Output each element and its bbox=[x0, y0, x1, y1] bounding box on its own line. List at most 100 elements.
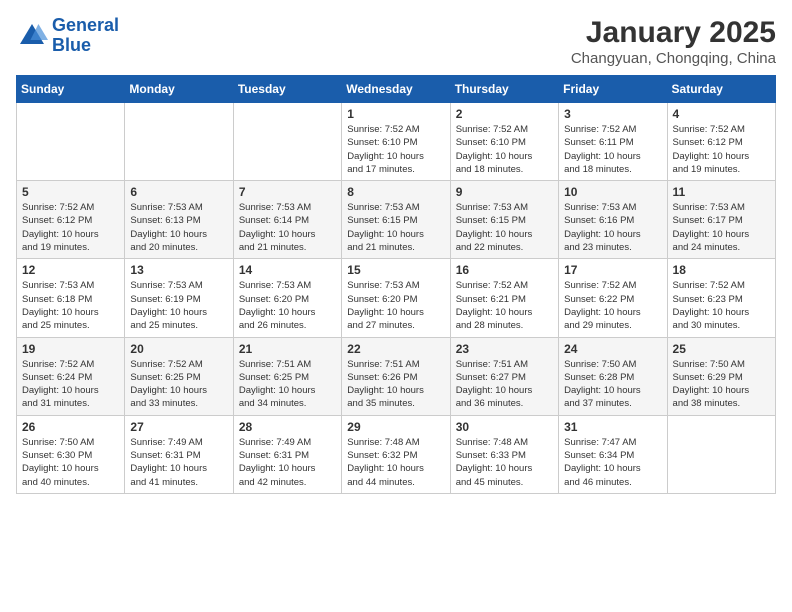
day-info: Sunrise: 7:53 AM Sunset: 6:13 PM Dayligh… bbox=[130, 201, 227, 254]
calendar-table: SundayMondayTuesdayWednesdayThursdayFrid… bbox=[16, 75, 776, 494]
day-cell: 13Sunrise: 7:53 AM Sunset: 6:19 PM Dayli… bbox=[125, 259, 233, 337]
week-row-1: 1 Sunrise: 7:52 AM Sunset: 6:10 PM Daylig… bbox=[17, 103, 776, 181]
day-info: Sunrise: 7:50 AM Sunset: 6:28 PM Dayligh… bbox=[564, 358, 661, 411]
title-block: January 2025 Changyuan, Chongqing, China bbox=[571, 16, 776, 67]
day-cell: 15Sunrise: 7:53 AM Sunset: 6:20 PM Dayli… bbox=[342, 259, 450, 337]
day-info: Sunrise: 7:49 AM Sunset: 6:31 PM Dayligh… bbox=[239, 436, 336, 489]
day-info: Sunrise: 7:52 AM Sunset: 6:10 PM Dayligh… bbox=[347, 123, 444, 176]
day-number: 30 bbox=[456, 420, 553, 434]
day-cell: 5 Sunrise: 7:52 AM Sunset: 6:12 PM Daylig… bbox=[17, 181, 125, 259]
week-row-2: 5 Sunrise: 7:52 AM Sunset: 6:12 PM Daylig… bbox=[17, 181, 776, 259]
day-number: 4 bbox=[673, 107, 770, 121]
weekday-header-thursday: Thursday bbox=[450, 76, 558, 103]
day-info: Sunrise: 7:52 AM Sunset: 6:12 PM Dayligh… bbox=[22, 201, 119, 254]
day-number: 1 bbox=[347, 107, 444, 121]
logo-icon bbox=[16, 20, 48, 52]
month-year: January 2025 bbox=[571, 16, 776, 50]
day-info: Sunrise: 7:52 AM Sunset: 6:12 PM Dayligh… bbox=[673, 123, 770, 176]
day-cell: 29 Sunrise: 7:48 AM Sunset: 6:32 PM Dayli… bbox=[342, 415, 450, 493]
weekday-header-monday: Monday bbox=[125, 76, 233, 103]
day-info: Sunrise: 7:52 AM Sunset: 6:23 PM Dayligh… bbox=[673, 279, 770, 332]
day-number: 31 bbox=[564, 420, 661, 434]
day-cell: 24 Sunrise: 7:50 AM Sunset: 6:28 PM Dayli… bbox=[559, 337, 667, 415]
day-cell: 14 Sunrise: 7:53 AM Sunset: 6:20 PM Dayli… bbox=[233, 259, 341, 337]
day-info: Sunrise: 7:52 AM Sunset: 6:22 PM Dayligh… bbox=[564, 279, 661, 332]
day-info: Sunrise: 7:52 AM Sunset: 6:11 PM Dayligh… bbox=[564, 123, 661, 176]
day-number: 23 bbox=[456, 342, 553, 356]
day-info: Sunrise: 7:51 AM Sunset: 6:27 PM Dayligh… bbox=[456, 358, 553, 411]
day-info: Sunrise: 7:53 AM Sunset: 6:16 PM Dayligh… bbox=[564, 201, 661, 254]
day-number: 15 bbox=[347, 263, 444, 277]
day-cell bbox=[125, 103, 233, 181]
day-cell: 23 Sunrise: 7:51 AM Sunset: 6:27 PM Dayli… bbox=[450, 337, 558, 415]
week-row-3: 12 Sunrise: 7:53 AM Sunset: 6:18 PM Dayli… bbox=[17, 259, 776, 337]
day-cell: 2Sunrise: 7:52 AM Sunset: 6:10 PM Daylig… bbox=[450, 103, 558, 181]
day-info: Sunrise: 7:53 AM Sunset: 6:17 PM Dayligh… bbox=[673, 201, 770, 254]
weekday-header-sunday: Sunday bbox=[17, 76, 125, 103]
page-header: General Blue January 2025 Changyuan, Cho… bbox=[16, 16, 776, 67]
day-number: 12 bbox=[22, 263, 119, 277]
day-number: 14 bbox=[239, 263, 336, 277]
day-info: Sunrise: 7:53 AM Sunset: 6:14 PM Dayligh… bbox=[239, 201, 336, 254]
day-info: Sunrise: 7:50 AM Sunset: 6:29 PM Dayligh… bbox=[673, 358, 770, 411]
day-cell: 28 Sunrise: 7:49 AM Sunset: 6:31 PM Dayli… bbox=[233, 415, 341, 493]
day-number: 24 bbox=[564, 342, 661, 356]
day-cell bbox=[233, 103, 341, 181]
day-number: 8 bbox=[347, 185, 444, 199]
day-info: Sunrise: 7:48 AM Sunset: 6:33 PM Dayligh… bbox=[456, 436, 553, 489]
day-cell bbox=[667, 415, 775, 493]
day-info: Sunrise: 7:53 AM Sunset: 6:20 PM Dayligh… bbox=[239, 279, 336, 332]
day-cell: 17 Sunrise: 7:52 AM Sunset: 6:22 PM Dayli… bbox=[559, 259, 667, 337]
day-number: 28 bbox=[239, 420, 336, 434]
day-info: Sunrise: 7:53 AM Sunset: 6:15 PM Dayligh… bbox=[347, 201, 444, 254]
day-info: Sunrise: 7:51 AM Sunset: 6:26 PM Dayligh… bbox=[347, 358, 444, 411]
day-info: Sunrise: 7:51 AM Sunset: 6:25 PM Dayligh… bbox=[239, 358, 336, 411]
weekday-header-row: SundayMondayTuesdayWednesdayThursdayFrid… bbox=[17, 76, 776, 103]
day-cell: 12 Sunrise: 7:53 AM Sunset: 6:18 PM Dayli… bbox=[17, 259, 125, 337]
day-info: Sunrise: 7:52 AM Sunset: 6:25 PM Dayligh… bbox=[130, 358, 227, 411]
day-cell: 9Sunrise: 7:53 AM Sunset: 6:15 PM Daylig… bbox=[450, 181, 558, 259]
day-cell: 6 Sunrise: 7:53 AM Sunset: 6:13 PM Daylig… bbox=[125, 181, 233, 259]
day-number: 26 bbox=[22, 420, 119, 434]
weekday-header-friday: Friday bbox=[559, 76, 667, 103]
day-number: 19 bbox=[22, 342, 119, 356]
day-number: 5 bbox=[22, 185, 119, 199]
day-number: 20 bbox=[130, 342, 227, 356]
day-number: 16 bbox=[456, 263, 553, 277]
day-cell: 31Sunrise: 7:47 AM Sunset: 6:34 PM Dayli… bbox=[559, 415, 667, 493]
location: Changyuan, Chongqing, China bbox=[571, 50, 776, 67]
day-number: 11 bbox=[673, 185, 770, 199]
day-cell: 22Sunrise: 7:51 AM Sunset: 6:26 PM Dayli… bbox=[342, 337, 450, 415]
day-cell: 27Sunrise: 7:49 AM Sunset: 6:31 PM Dayli… bbox=[125, 415, 233, 493]
day-number: 7 bbox=[239, 185, 336, 199]
weekday-header-tuesday: Tuesday bbox=[233, 76, 341, 103]
day-cell: 4 Sunrise: 7:52 AM Sunset: 6:12 PM Daylig… bbox=[667, 103, 775, 181]
day-cell: 3 Sunrise: 7:52 AM Sunset: 6:11 PM Daylig… bbox=[559, 103, 667, 181]
day-info: Sunrise: 7:48 AM Sunset: 6:32 PM Dayligh… bbox=[347, 436, 444, 489]
day-cell: 10Sunrise: 7:53 AM Sunset: 6:16 PM Dayli… bbox=[559, 181, 667, 259]
day-cell bbox=[17, 103, 125, 181]
day-number: 27 bbox=[130, 420, 227, 434]
weekday-header-wednesday: Wednesday bbox=[342, 76, 450, 103]
logo: General Blue bbox=[16, 16, 119, 56]
day-number: 21 bbox=[239, 342, 336, 356]
week-row-4: 19 Sunrise: 7:52 AM Sunset: 6:24 PM Dayli… bbox=[17, 337, 776, 415]
day-cell: 18Sunrise: 7:52 AM Sunset: 6:23 PM Dayli… bbox=[667, 259, 775, 337]
day-number: 13 bbox=[130, 263, 227, 277]
week-row-5: 26 Sunrise: 7:50 AM Sunset: 6:30 PM Dayli… bbox=[17, 415, 776, 493]
day-cell: 16Sunrise: 7:52 AM Sunset: 6:21 PM Dayli… bbox=[450, 259, 558, 337]
day-number: 9 bbox=[456, 185, 553, 199]
day-number: 3 bbox=[564, 107, 661, 121]
day-number: 17 bbox=[564, 263, 661, 277]
day-info: Sunrise: 7:50 AM Sunset: 6:30 PM Dayligh… bbox=[22, 436, 119, 489]
day-number: 6 bbox=[130, 185, 227, 199]
day-number: 2 bbox=[456, 107, 553, 121]
day-cell: 25 Sunrise: 7:50 AM Sunset: 6:29 PM Dayli… bbox=[667, 337, 775, 415]
day-info: Sunrise: 7:52 AM Sunset: 6:24 PM Dayligh… bbox=[22, 358, 119, 411]
day-cell: 30 Sunrise: 7:48 AM Sunset: 6:33 PM Dayli… bbox=[450, 415, 558, 493]
day-cell: 21 Sunrise: 7:51 AM Sunset: 6:25 PM Dayli… bbox=[233, 337, 341, 415]
day-number: 29 bbox=[347, 420, 444, 434]
day-info: Sunrise: 7:53 AM Sunset: 6:18 PM Dayligh… bbox=[22, 279, 119, 332]
day-cell: 11 Sunrise: 7:53 AM Sunset: 6:17 PM Dayli… bbox=[667, 181, 775, 259]
day-number: 25 bbox=[673, 342, 770, 356]
